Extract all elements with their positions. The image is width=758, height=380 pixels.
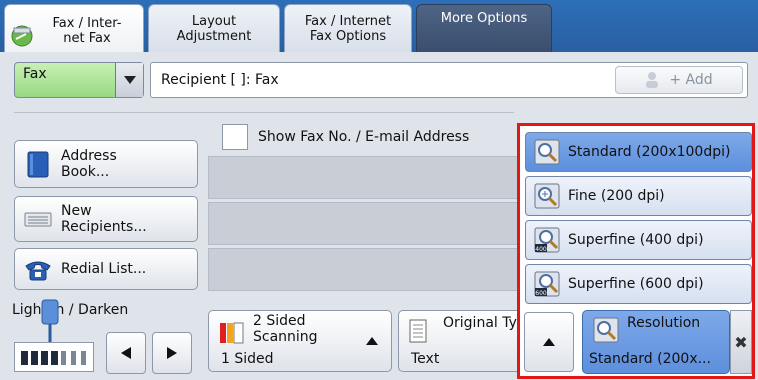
- list-item[interactable]: [208, 202, 520, 245]
- close-icon[interactable]: ✖: [730, 310, 752, 374]
- resolution-value: Standard (200x...: [589, 351, 711, 367]
- badge-600: 600: [535, 290, 547, 297]
- show-fax-checkbox[interactable]: [222, 124, 248, 150]
- up-arrow-icon: [366, 337, 378, 345]
- original-type-scroll-up[interactable]: [524, 312, 574, 372]
- fine-resolution-icon: [534, 183, 560, 209]
- resolution-option-label: Superfine (600 dpi): [568, 276, 704, 292]
- tab-fax-internet-fax[interactable]: Fax / Inter- net Fax: [4, 4, 144, 56]
- resolution-option-superfine-600[interactable]: 600 Superfine (600 dpi): [525, 264, 752, 304]
- document-icon: [409, 319, 427, 343]
- fax-type-dropdown[interactable]: Fax: [14, 62, 144, 98]
- badge-400: 400: [535, 246, 547, 253]
- add-person-icon: [646, 72, 659, 88]
- fax-type-label: Fax: [23, 66, 47, 82]
- tab-label-line2: net Fax: [63, 30, 111, 46]
- up-arrow-icon: [543, 338, 555, 346]
- right-arrow-icon: [167, 347, 177, 359]
- resolution-option-label: Fine (200 dpi): [568, 188, 665, 204]
- tab-bar: Fax / Inter- net Fax Layout Adjustment F…: [0, 0, 758, 56]
- two-sided-title-line2: Scanning: [253, 329, 318, 345]
- two-sided-icon: [220, 322, 244, 344]
- tab-fax-internet-fax-options[interactable]: Fax / Internet Fax Options: [284, 4, 412, 52]
- fax-tab-icon: [11, 25, 33, 47]
- tab-label: More Options: [440, 11, 528, 26]
- redial-phone-icon: [25, 261, 51, 281]
- dropdown-arrow-icon[interactable]: [115, 63, 143, 97]
- resolution-title: Resolution: [627, 315, 701, 331]
- tab-label-line1: Layout: [191, 13, 237, 29]
- address-book-icon: [27, 151, 49, 178]
- tab-label-line2: Fax Options: [309, 28, 387, 44]
- standard-resolution-icon: [534, 139, 560, 165]
- recipient-field[interactable]: Recipient [ ]: Fax + Add: [150, 62, 748, 98]
- darken-right-button[interactable]: [152, 332, 192, 374]
- add-recipient-button[interactable]: + Add: [615, 66, 743, 94]
- show-fax-toggle[interactable]: Show Fax No. / E-mail Address: [222, 124, 469, 150]
- tab-layout-adjustment[interactable]: Layout Adjustment: [148, 4, 280, 52]
- tab-label-line1: Fax / Internet: [304, 13, 392, 29]
- original-type-value: Text: [411, 351, 440, 367]
- superfine-600-icon: 600: [534, 271, 560, 297]
- address-book-line1: Address: [61, 148, 117, 164]
- left-arrow-icon: [121, 347, 131, 359]
- resolution-option-standard[interactable]: Standard (200x100dpi): [525, 132, 752, 172]
- resolution-icon: [593, 317, 619, 343]
- lighten-darken-meter[interactable]: [14, 342, 94, 372]
- superfine-400-icon: 400: [534, 227, 560, 253]
- lighten-darken-label: Lighten / Darken: [12, 302, 129, 318]
- resolution-popup: Standard (200x100dpi) Fine (200 dpi) 400…: [517, 123, 755, 379]
- two-sided-scroll-up[interactable]: [355, 310, 389, 372]
- tab-more-options[interactable]: More Options: [416, 4, 552, 52]
- keyboard-icon: [24, 212, 52, 227]
- list-item[interactable]: [208, 156, 520, 199]
- new-recipients-button[interactable]: New Recipients...: [14, 196, 198, 242]
- resolution-option-label: Standard (200x100dpi): [568, 144, 731, 160]
- resolution-option-superfine-400[interactable]: 400 Superfine (400 dpi): [525, 220, 752, 260]
- divider: [14, 112, 514, 113]
- add-label: + Add: [669, 72, 713, 88]
- two-sided-value: 1 Sided: [221, 351, 274, 367]
- list-item[interactable]: [208, 248, 520, 291]
- new-recipients-line2: Recipients...: [61, 219, 147, 235]
- lighten-left-button[interactable]: [106, 332, 146, 374]
- address-book-button[interactable]: Address Book...: [14, 140, 198, 188]
- redial-list-label: Redial List...: [61, 261, 147, 277]
- fax-screen: Fax / Inter- net Fax Layout Adjustment F…: [0, 0, 758, 380]
- recipient-text: Recipient [ ]: Fax: [161, 72, 279, 88]
- two-sided-title-line1: 2 Sided: [253, 313, 306, 329]
- tab-label-line1: Fax / Inter-: [52, 15, 122, 31]
- show-fax-label: Show Fax No. / E-mail Address: [258, 129, 470, 145]
- lighten-darken-slider-handle[interactable]: [40, 298, 60, 342]
- redial-list-button[interactable]: Redial List...: [14, 248, 198, 290]
- resolution-option-label: Superfine (400 dpi): [568, 232, 704, 248]
- recipient-list: [208, 156, 520, 292]
- address-book-line2: Book...: [61, 164, 110, 180]
- new-recipients-line1: New: [61, 203, 92, 219]
- resolution-button[interactable]: Resolution Standard (200x...: [582, 310, 730, 374]
- resolution-option-fine[interactable]: Fine (200 dpi): [525, 176, 752, 216]
- tab-label-line2: Adjustment: [176, 28, 252, 44]
